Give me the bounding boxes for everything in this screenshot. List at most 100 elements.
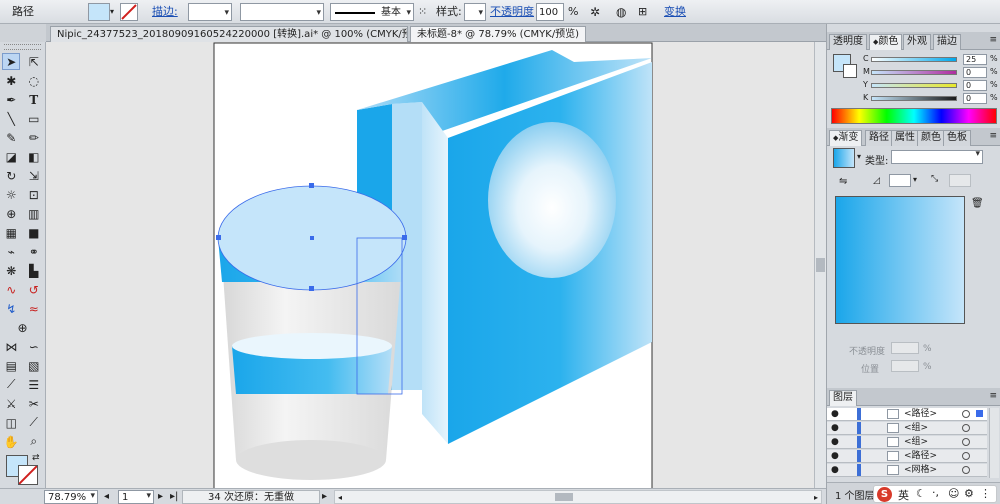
- color-spectrum[interactable]: [831, 108, 997, 124]
- crop-tool-icon[interactable]: ◫: [2, 414, 20, 431]
- mesh-tool-icon[interactable]: ▦: [2, 224, 20, 241]
- tab-color-guide[interactable]: 颜色: [917, 130, 945, 146]
- target-icon[interactable]: [962, 438, 970, 446]
- channel-k-input[interactable]: 0: [963, 93, 987, 104]
- ime-menu-icon[interactable]: ⋮: [980, 487, 991, 500]
- ime-lang[interactable]: 英: [898, 487, 909, 503]
- layer-row[interactable]: ● <组>: [827, 436, 987, 449]
- align-icon[interactable]: ⊞: [638, 3, 647, 21]
- visibility-eye-icon[interactable]: ●: [831, 423, 839, 433]
- canvas[interactable]: [46, 42, 814, 488]
- tab-attributes[interactable]: 属性: [891, 130, 919, 146]
- scale-tool-icon[interactable]: ⇲: [25, 167, 43, 184]
- width-tool-icon[interactable]: ≈: [25, 300, 43, 317]
- ime-toolbar[interactable]: S 英 ☾ ·, ☺ ⚙ ⋮: [873, 485, 997, 503]
- swap-colors-icon[interactable]: ⇄: [32, 453, 40, 463]
- visibility-eye-icon[interactable]: ●: [831, 437, 839, 447]
- next-page-icon[interactable]: ▸: [158, 490, 163, 504]
- symbol-sprayer-tool-icon[interactable]: ❋: [2, 262, 20, 279]
- delete-stop-icon[interactable]: 🗑: [971, 198, 984, 209]
- gradient-opacity-input[interactable]: [891, 342, 919, 354]
- panel-menu-icon[interactable]: ≡: [989, 35, 997, 45]
- tab-layers[interactable]: 图层: [829, 390, 857, 406]
- lasso-tool-icon[interactable]: ◌: [25, 72, 43, 89]
- visibility-eye-icon[interactable]: ●: [831, 451, 839, 461]
- eyedropper-tool-icon[interactable]: ⌁: [2, 243, 20, 260]
- tab-swatches[interactable]: 色板: [943, 130, 971, 146]
- last-page-icon[interactable]: ▸|: [170, 490, 178, 504]
- tab-document-untitled[interactable]: 未标题-8* @ 78.79% (CMYK/预览)×: [410, 26, 586, 42]
- gradient-preview[interactable]: [835, 196, 965, 324]
- undo-status[interactable]: 34 次还原：无重做: [182, 490, 320, 504]
- gradient-thumbnail[interactable]: [833, 148, 855, 168]
- emoji-icon[interactable]: ☺: [948, 487, 959, 500]
- blob-brush-tool-icon[interactable]: ◪: [2, 148, 20, 165]
- column-graph-tool-icon[interactable]: ▙: [25, 262, 43, 279]
- scissors-tool-icon[interactable]: ✂: [25, 395, 43, 412]
- style-swatch[interactable]: ▾: [464, 3, 486, 21]
- channel-c-slider[interactable]: [871, 57, 957, 62]
- opacity-input[interactable]: 100: [536, 3, 564, 21]
- zoom-field[interactable]: 78.79% ▾: [44, 490, 98, 504]
- tab-color[interactable]: ◆颜色: [869, 34, 903, 50]
- canvas-scrollbar[interactable]: [814, 42, 826, 488]
- horizontal-scrollbar[interactable]: ◂ ▸: [334, 490, 822, 504]
- tab-gradient[interactable]: ◆渐变: [829, 130, 863, 146]
- channel-y-slider[interactable]: [871, 83, 957, 88]
- free-transform-tool-icon[interactable]: ⊡: [25, 186, 43, 203]
- panel-menu-icon[interactable]: ≡: [989, 391, 997, 401]
- reverse-gradient-icon[interactable]: ⇋: [839, 176, 847, 187]
- transform-link[interactable]: 变换: [664, 3, 686, 21]
- globe-icon[interactable]: ◍: [616, 3, 626, 21]
- punctuation-icon[interactable]: ·,: [932, 486, 939, 499]
- tab-appearance[interactable]: 外观: [903, 34, 931, 50]
- slice-tool-icon[interactable]: ∽: [25, 338, 43, 355]
- stroke-weight-field[interactable]: ▾: [188, 3, 232, 21]
- zoom-tool-icon[interactable]: ⌕: [25, 433, 43, 450]
- layers-scrollbar[interactable]: [989, 408, 999, 478]
- gradient-thumb-dropdown-icon[interactable]: ▾: [857, 152, 861, 161]
- channel-c-input[interactable]: 25: [963, 54, 987, 65]
- magic-wand-tool-icon[interactable]: ✱: [2, 72, 20, 89]
- ime-settings-icon[interactable]: ⚙: [964, 487, 974, 500]
- hand-tool-icon[interactable]: ✋: [2, 433, 20, 450]
- visibility-eye-icon[interactable]: ●: [831, 465, 839, 475]
- target-icon[interactable]: [962, 424, 970, 432]
- pen-tool-icon[interactable]: ✒: [2, 91, 20, 108]
- bezier-curve-tool-icon[interactable]: ∿: [2, 281, 20, 298]
- fill-swatch[interactable]: [88, 3, 110, 21]
- selection-tool-icon[interactable]: ➤: [2, 53, 21, 70]
- scrollbar-thumb[interactable]: [816, 258, 825, 272]
- knife-tool-icon[interactable]: ⚔: [2, 395, 20, 412]
- page-field[interactable]: 1 ▾: [118, 490, 154, 504]
- channel-m-input[interactable]: 0: [963, 67, 987, 78]
- layer-row[interactable]: ● <路径>: [827, 450, 987, 463]
- prev-page-icon[interactable]: ◂: [104, 490, 109, 504]
- angle-input[interactable]: [889, 174, 911, 187]
- perspective-grid-tool-icon[interactable]: ▥: [25, 205, 43, 222]
- line-tool-icon[interactable]: ╲: [2, 110, 20, 127]
- variable-width-field[interactable]: ▾: [240, 3, 324, 21]
- anchor-tool-icon[interactable]: ↯: [2, 300, 20, 317]
- warp-tool-icon[interactable]: ☼: [2, 186, 20, 203]
- hscroll-thumb[interactable]: [555, 493, 573, 501]
- artboard-tool-icon[interactable]: ⋈: [2, 338, 20, 355]
- fill-dropdown-icon[interactable]: ▾: [110, 3, 118, 21]
- opacity-label-link[interactable]: 不透明度: [490, 3, 534, 21]
- crosshair-tool-icon[interactable]: ⊕: [14, 319, 32, 336]
- panel-menu-icon[interactable]: ≡: [989, 131, 997, 141]
- panel-grip[interactable]: [4, 44, 41, 50]
- rotate-tool-icon[interactable]: ↻: [2, 167, 20, 184]
- channel-y-input[interactable]: 0: [963, 80, 987, 91]
- rectangle-tool-icon[interactable]: ▭: [25, 110, 43, 127]
- color-stroke-swatch[interactable]: [843, 64, 857, 78]
- moon-icon[interactable]: ☾: [916, 487, 926, 500]
- close-icon[interactable]: ×: [584, 29, 585, 40]
- gradient-type-select[interactable]: ▾: [891, 149, 983, 164]
- blend-tool-icon[interactable]: ⚭: [25, 243, 43, 260]
- target-icon[interactable]: [962, 466, 970, 474]
- tab-document-nipic[interactable]: Nipic_24377523_20180909160524220000 [转换]…: [50, 26, 408, 42]
- brush-profile-field[interactable]: 基本 ▾: [330, 3, 414, 21]
- pencil-tool-icon[interactable]: ✏: [25, 129, 43, 146]
- scroll-left-icon[interactable]: ◂: [338, 491, 342, 504]
